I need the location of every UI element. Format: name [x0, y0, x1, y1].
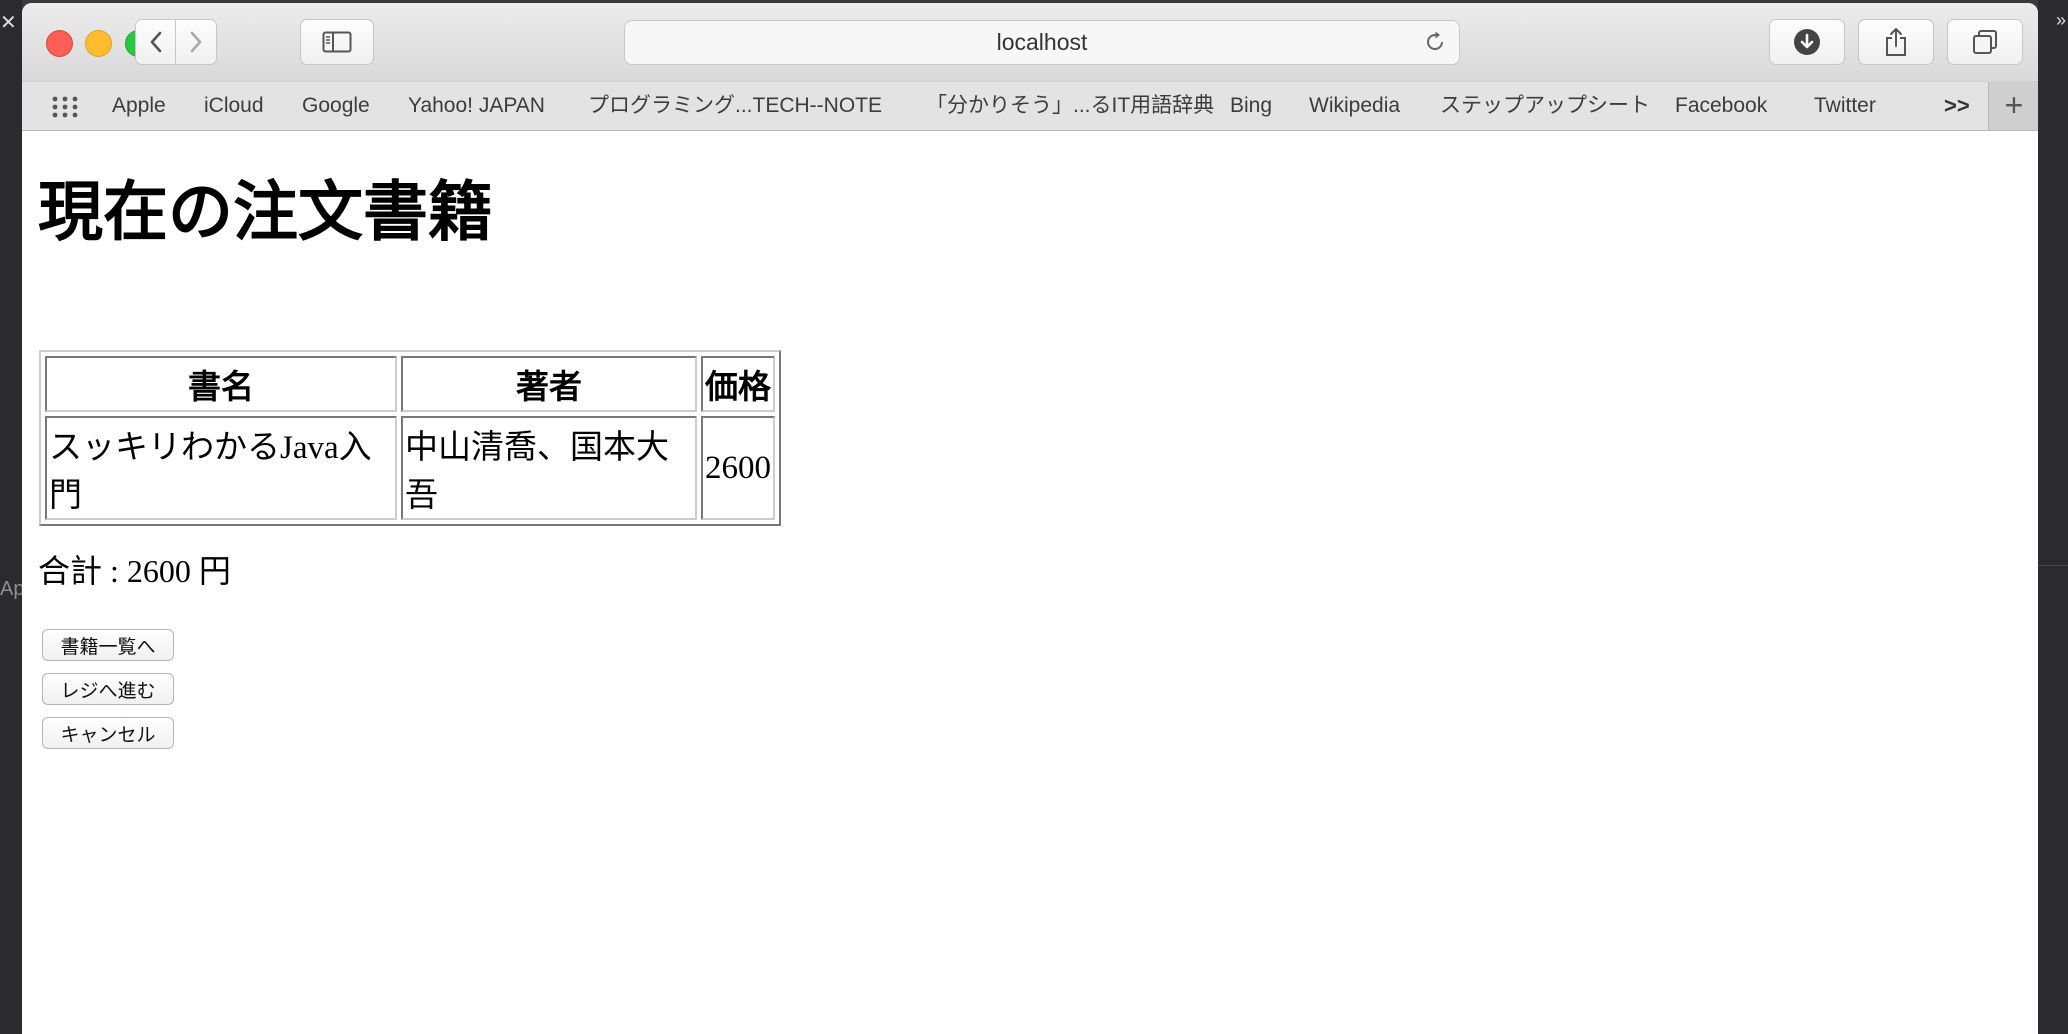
header-title: 書名 [45, 356, 397, 412]
address-bar[interactable]: localhost [624, 20, 1460, 65]
bookmark-it-dictionary[interactable]: 「分かりそう」...るIT用語辞典 [926, 82, 1214, 130]
bookmark-wikipedia[interactable]: Wikipedia [1309, 82, 1400, 130]
chevron-right-icon [190, 31, 202, 53]
tabs-icon [1973, 30, 1997, 54]
table-header-row: 書名 著者 価格 [45, 356, 775, 412]
sidebar-toggle-button[interactable] [300, 19, 374, 65]
tabs-overview-button[interactable] [1947, 19, 2023, 65]
share-icon [1886, 28, 1906, 56]
cancel-button[interactable]: キャンセル [42, 717, 174, 749]
forward-button[interactable] [175, 19, 217, 65]
more-bookmarks-button[interactable]: >> [1944, 82, 1970, 130]
bookmark-apple[interactable]: Apple [112, 82, 166, 130]
browser-toolbar: localhost [22, 3, 2038, 81]
divider [2038, 565, 2068, 566]
background-window-right: » [2038, 0, 2068, 1034]
order-table: 書名 著者 価格 スッキリわかるJava入門 中山清喬、国本大吾 2600 [39, 350, 781, 526]
checkout-button[interactable]: レジへ進む [42, 673, 174, 705]
bookmark-google[interactable]: Google [302, 82, 370, 130]
page-title: 現在の注文書籍 [38, 177, 494, 249]
table-row: スッキリわかるJava入門 中山清喬、国本大吾 2600 [45, 416, 775, 520]
chevron-left-icon [150, 31, 162, 53]
cell-book-title: スッキリわかるJava入門 [45, 416, 397, 520]
total-price: 合計 : 2600 円 [38, 553, 231, 589]
background-partial-text: Ap [0, 578, 25, 600]
bookmark-twitter[interactable]: Twitter [1814, 82, 1876, 130]
reload-icon[interactable] [1423, 30, 1447, 54]
bookmark-bing[interactable]: Bing [1230, 82, 1272, 130]
url-text: localhost [996, 29, 1088, 55]
sidebar-icon [322, 31, 352, 53]
book-list-button[interactable]: 書籍一覧へ [42, 629, 174, 661]
minimize-window-button[interactable] [85, 30, 112, 57]
share-button[interactable] [1858, 19, 1934, 65]
back-button[interactable] [135, 19, 177, 65]
bookmark-step-up-sheet[interactable]: ステップアップシート [1440, 82, 1650, 130]
grid-icon[interactable] [50, 95, 80, 119]
bookmark-facebook[interactable]: Facebook [1675, 82, 1767, 130]
header-author: 著者 [401, 356, 697, 412]
background-close-glyph: ✕ [0, 12, 17, 34]
new-tab-button[interactable]: + [1988, 82, 2038, 130]
bookmark-programming-tech-note[interactable]: プログラミング...TECH--NOTE [588, 82, 882, 130]
cell-price: 2600 [701, 416, 775, 520]
header-price: 価格 [701, 356, 775, 412]
close-window-button[interactable] [46, 30, 73, 57]
download-icon [1794, 29, 1820, 55]
cell-author: 中山清喬、国本大吾 [401, 416, 697, 520]
bookmark-yahoo-japan[interactable]: Yahoo! JAPAN [408, 82, 545, 130]
background-window-left: ✕ Ap [0, 0, 25, 1034]
browser-window: localhost Apple iCloud Google Yahoo! JAP… [22, 3, 2038, 1034]
bookmark-icloud[interactable]: iCloud [204, 82, 264, 130]
background-more-glyph: » [2055, 10, 2066, 30]
downloads-button[interactable] [1769, 19, 1845, 65]
page-content: 現在の注文書籍 書名 著者 価格 スッキリわかるJava入門 中山清喬、国本大吾… [22, 131, 2038, 1034]
bookmarks-bar: Apple iCloud Google Yahoo! JAPAN プログラミング… [22, 81, 2038, 131]
